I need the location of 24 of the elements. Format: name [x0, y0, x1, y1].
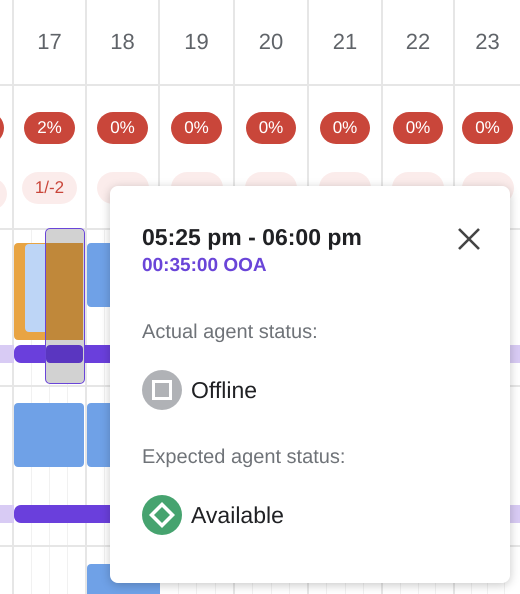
- status-heading: Expected agent status:: [142, 446, 346, 469]
- percent-badge: 0%: [171, 112, 222, 144]
- day-number: 23: [475, 29, 500, 55]
- status-label: Offline: [191, 376, 258, 404]
- duration-label: 00:35:00 OOA: [142, 255, 268, 277]
- percent-badge: 0%: [392, 112, 444, 144]
- day-number: 21: [332, 29, 358, 55]
- percent-badge: 0%: [320, 112, 370, 144]
- percent-badge: 0%: [462, 112, 513, 144]
- count-pill: 1/-2: [22, 172, 78, 204]
- offline-status-icon: [142, 370, 182, 410]
- percent-badge: 0%: [97, 112, 148, 144]
- time-range: 05:25 pm - 06:00 pm: [142, 224, 362, 251]
- day-number: 20: [258, 29, 284, 55]
- available-status-icon: [142, 495, 182, 535]
- day-number: 22: [406, 29, 430, 55]
- close-icon[interactable]: [456, 226, 482, 252]
- day-number: 19: [184, 29, 209, 55]
- percent-badge: 0%: [246, 112, 296, 144]
- percent-badge: 2%: [24, 112, 75, 144]
- day-number: 17: [37, 29, 62, 55]
- status-label: Available: [191, 502, 284, 528]
- day-number: 18: [110, 29, 135, 55]
- status-heading: Actual agent status:: [142, 321, 319, 344]
